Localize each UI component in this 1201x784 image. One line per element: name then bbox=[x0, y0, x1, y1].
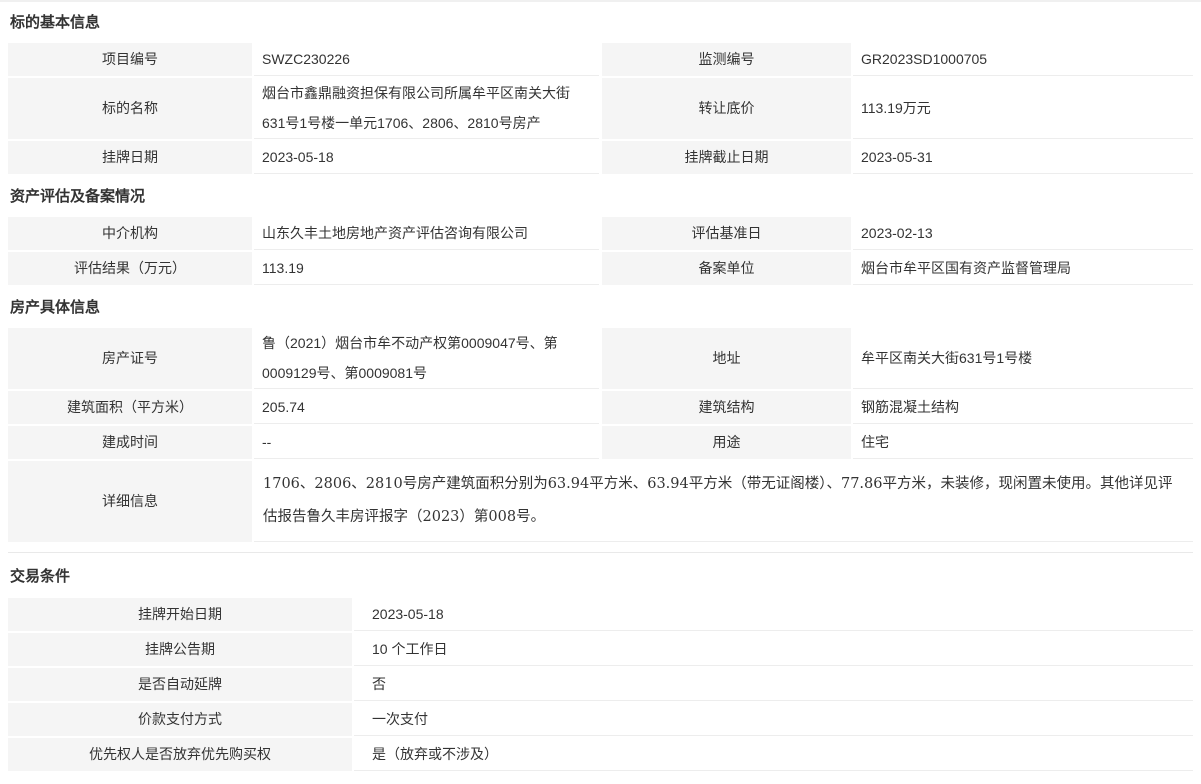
field-value: 山东久丰土地房地产资产评估咨询有限公司 bbox=[254, 217, 599, 250]
field-label: 挂牌开始日期 bbox=[8, 598, 352, 631]
field-label: 评估基准日 bbox=[602, 217, 851, 250]
field-value: 烟台市牟平区国有资产监督管理局 bbox=[853, 252, 1193, 285]
table-row: 挂牌日期 2023-05-18 挂牌截止日期 2023-05-31 bbox=[8, 141, 1193, 174]
field-value: 113.19 bbox=[254, 252, 599, 285]
table-row: 房产证号 鲁（2021）烟台市牟不动产权第0009047号、第0009129号、… bbox=[8, 328, 1193, 389]
field-value: 鲁（2021）烟台市牟不动产权第0009047号、第0009129号、第0009… bbox=[254, 328, 599, 389]
field-label: 是否自动延牌 bbox=[8, 668, 352, 701]
field-value: -- bbox=[254, 426, 599, 459]
field-value: 否 bbox=[354, 668, 1193, 701]
field-value: SWZC230226 bbox=[254, 43, 599, 76]
table-row: 挂牌开始日期 2023-05-18 bbox=[8, 598, 1193, 631]
field-label: 建筑面积（平方米） bbox=[8, 391, 252, 424]
field-label: 评估结果（万元） bbox=[8, 252, 252, 285]
section-title: 标的基本信息 bbox=[8, 2, 1193, 43]
listing-detail-page: 标的基本信息 项目编号 SWZC230226 监测编号 GR2023SD1000… bbox=[0, 0, 1201, 784]
field-label: 建筑结构 bbox=[602, 391, 851, 424]
field-label: 中介机构 bbox=[8, 217, 252, 250]
field-value: 一次支付 bbox=[354, 703, 1193, 736]
field-label: 地址 bbox=[602, 328, 851, 389]
section-title: 房产具体信息 bbox=[8, 287, 1193, 328]
field-label: 价款支付方式 bbox=[8, 703, 352, 736]
table-row: 中介机构 山东久丰土地房地产资产评估咨询有限公司 评估基准日 2023-02-1… bbox=[8, 217, 1193, 250]
field-value: 钢筋混凝土结构 bbox=[853, 391, 1193, 424]
field-label: 建成时间 bbox=[8, 426, 252, 459]
field-label: 详细信息 bbox=[8, 461, 252, 542]
field-label: 用途 bbox=[602, 426, 851, 459]
field-value: 2023-05-18 bbox=[254, 141, 599, 174]
table-row: 项目编号 SWZC230226 监测编号 GR2023SD1000705 bbox=[8, 43, 1193, 76]
field-value: 2023-05-31 bbox=[853, 141, 1193, 174]
field-label: 标的名称 bbox=[8, 78, 252, 139]
table-row-detail-info: 详细信息 1706、2806、2810号房产建筑面积分别为63.94平方米、63… bbox=[8, 461, 1193, 542]
field-label: 挂牌日期 bbox=[8, 141, 252, 174]
section-title: 资产评估及备案情况 bbox=[8, 176, 1193, 217]
table-row: 建筑面积（平方米） 205.74 建筑结构 钢筋混凝土结构 bbox=[8, 391, 1193, 424]
section-asset-valuation: 资产评估及备案情况 中介机构 山东久丰土地房地产资产评估咨询有限公司 评估基准日… bbox=[8, 176, 1193, 285]
field-value: 205.74 bbox=[254, 391, 599, 424]
table-row: 建成时间 -- 用途 住宅 bbox=[8, 426, 1193, 459]
field-value: 2023-05-18 bbox=[354, 598, 1193, 631]
field-label: 优先权人是否放弃优先购买权 bbox=[8, 738, 352, 771]
field-label: 挂牌截止日期 bbox=[602, 141, 851, 174]
table-row: 是否自动延牌 否 bbox=[8, 668, 1193, 701]
field-value: 2023-02-13 bbox=[853, 217, 1193, 250]
table-row: 挂牌公告期 10 个工作日 bbox=[8, 633, 1193, 666]
table-row: 优先权人是否放弃优先购买权 是（放弃或不涉及） bbox=[8, 738, 1193, 771]
field-label: 备案单位 bbox=[602, 252, 851, 285]
field-label: 转让底价 bbox=[602, 78, 851, 139]
field-value: 10 个工作日 bbox=[354, 633, 1193, 666]
field-label: 房产证号 bbox=[8, 328, 252, 389]
table-row: 评估结果（万元） 113.19 备案单位 烟台市牟平区国有资产监督管理局 bbox=[8, 252, 1193, 285]
section-title: 交易条件 bbox=[8, 553, 1193, 598]
section-property-details: 房产具体信息 房产证号 鲁（2021）烟台市牟不动产权第0009047号、第00… bbox=[8, 287, 1193, 542]
table-row: 标的名称 烟台市鑫鼎融资担保有限公司所属牟平区南关大街631号1号楼一单元170… bbox=[8, 78, 1193, 139]
field-value: 1706、2806、2810号房产建筑面积分别为63.94平方米、63.94平方… bbox=[254, 461, 1193, 542]
field-label: 项目编号 bbox=[8, 43, 252, 76]
content-area: 标的基本信息 项目编号 SWZC230226 监测编号 GR2023SD1000… bbox=[0, 2, 1201, 771]
table-row: 价款支付方式 一次支付 bbox=[8, 703, 1193, 736]
field-label: 监测编号 bbox=[602, 43, 851, 76]
field-label: 挂牌公告期 bbox=[8, 633, 352, 666]
section-trade-conditions: 交易条件 挂牌开始日期 2023-05-18 挂牌公告期 10 个工作日 是否自… bbox=[8, 552, 1193, 771]
field-value: 113.19万元 bbox=[853, 78, 1193, 139]
field-value: GR2023SD1000705 bbox=[853, 43, 1193, 76]
field-value: 烟台市鑫鼎融资担保有限公司所属牟平区南关大街631号1号楼一单元1706、280… bbox=[254, 78, 599, 139]
field-value: 住宅 bbox=[853, 426, 1193, 459]
field-value: 牟平区南关大街631号1号楼 bbox=[853, 328, 1193, 389]
field-value: 是（放弃或不涉及） bbox=[354, 738, 1193, 771]
section-basic-info: 标的基本信息 项目编号 SWZC230226 监测编号 GR2023SD1000… bbox=[8, 2, 1193, 174]
